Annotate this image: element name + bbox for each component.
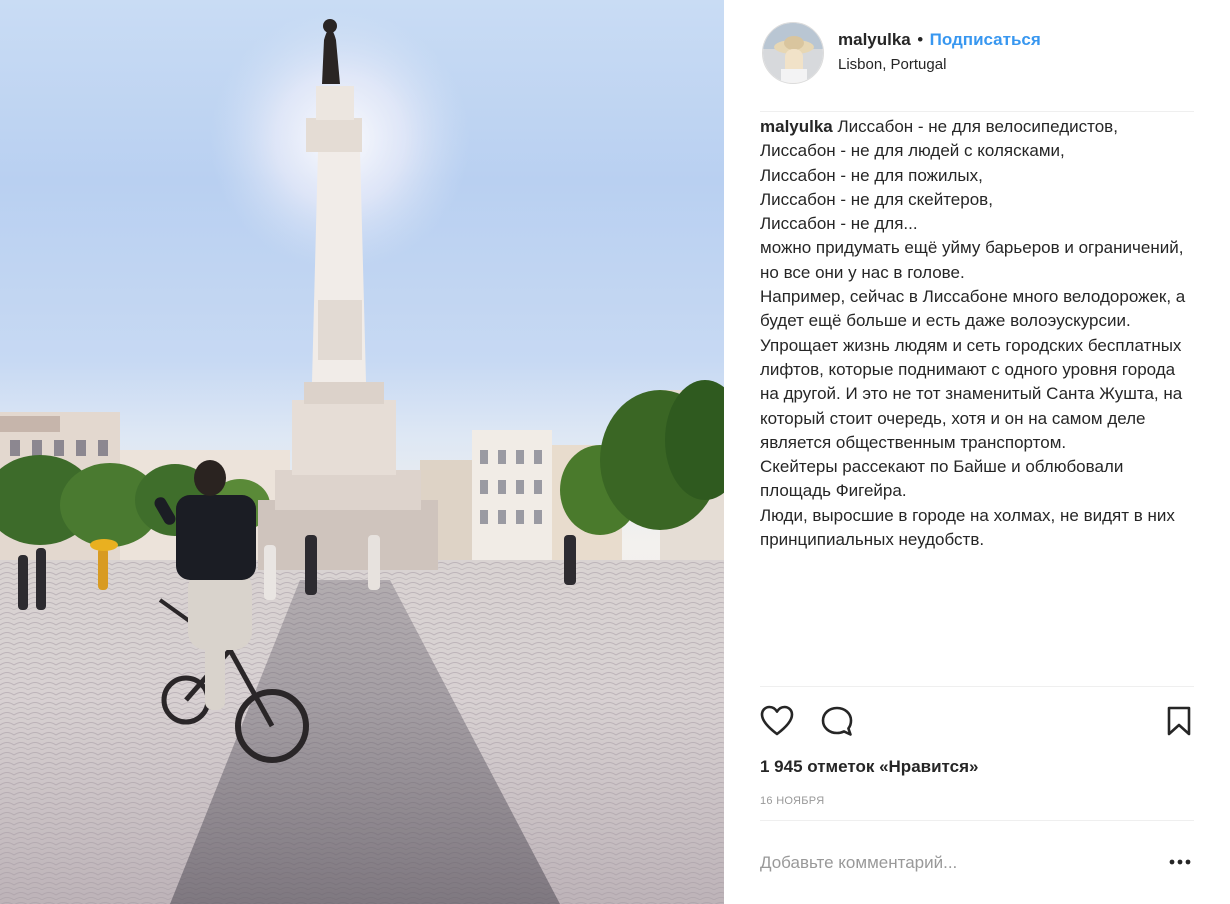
comment-section [760, 820, 1194, 904]
avatar[interactable] [762, 22, 824, 84]
header-separator: • [917, 30, 924, 49]
post-photo[interactable] [0, 0, 724, 904]
post-header: malyulka • Подписаться Lisbon, Portugal [760, 0, 1194, 112]
caption-username[interactable]: malyulka [760, 117, 833, 136]
comment-button[interactable] [820, 705, 854, 737]
like-button[interactable] [760, 705, 794, 737]
likes-count[interactable]: 1 945 отметок «Нравится» [760, 757, 978, 777]
avatar-image [763, 23, 823, 83]
more-options-button[interactable] [1168, 855, 1192, 869]
save-button[interactable] [1166, 705, 1192, 737]
lisbon-square-photo [0, 10, 724, 904]
ellipsis-icon [1169, 859, 1191, 865]
comment-bubble-icon [821, 706, 853, 736]
caption-text: Лиссабон - не для велосипедистов, Лиссаб… [760, 117, 1186, 550]
post-username[interactable]: malyulka [838, 30, 911, 49]
location-link[interactable]: Lisbon, Portugal [838, 56, 1041, 73]
bookmark-outline-icon [1167, 706, 1191, 736]
comment-input[interactable] [760, 849, 1140, 877]
action-bar: 1 945 отметок «Нравится» 16 НОЯБРЯ [760, 686, 1194, 808]
post-caption: malyulka Лиссабон - не для велосипедисто… [760, 115, 1194, 683]
post-date: 16 НОЯБРЯ [760, 795, 825, 807]
follow-button[interactable]: Подписаться [930, 30, 1041, 49]
heart-outline-icon [760, 705, 794, 736]
post-details-panel: malyulka • Подписаться Lisbon, Portugal … [724, 0, 1230, 904]
